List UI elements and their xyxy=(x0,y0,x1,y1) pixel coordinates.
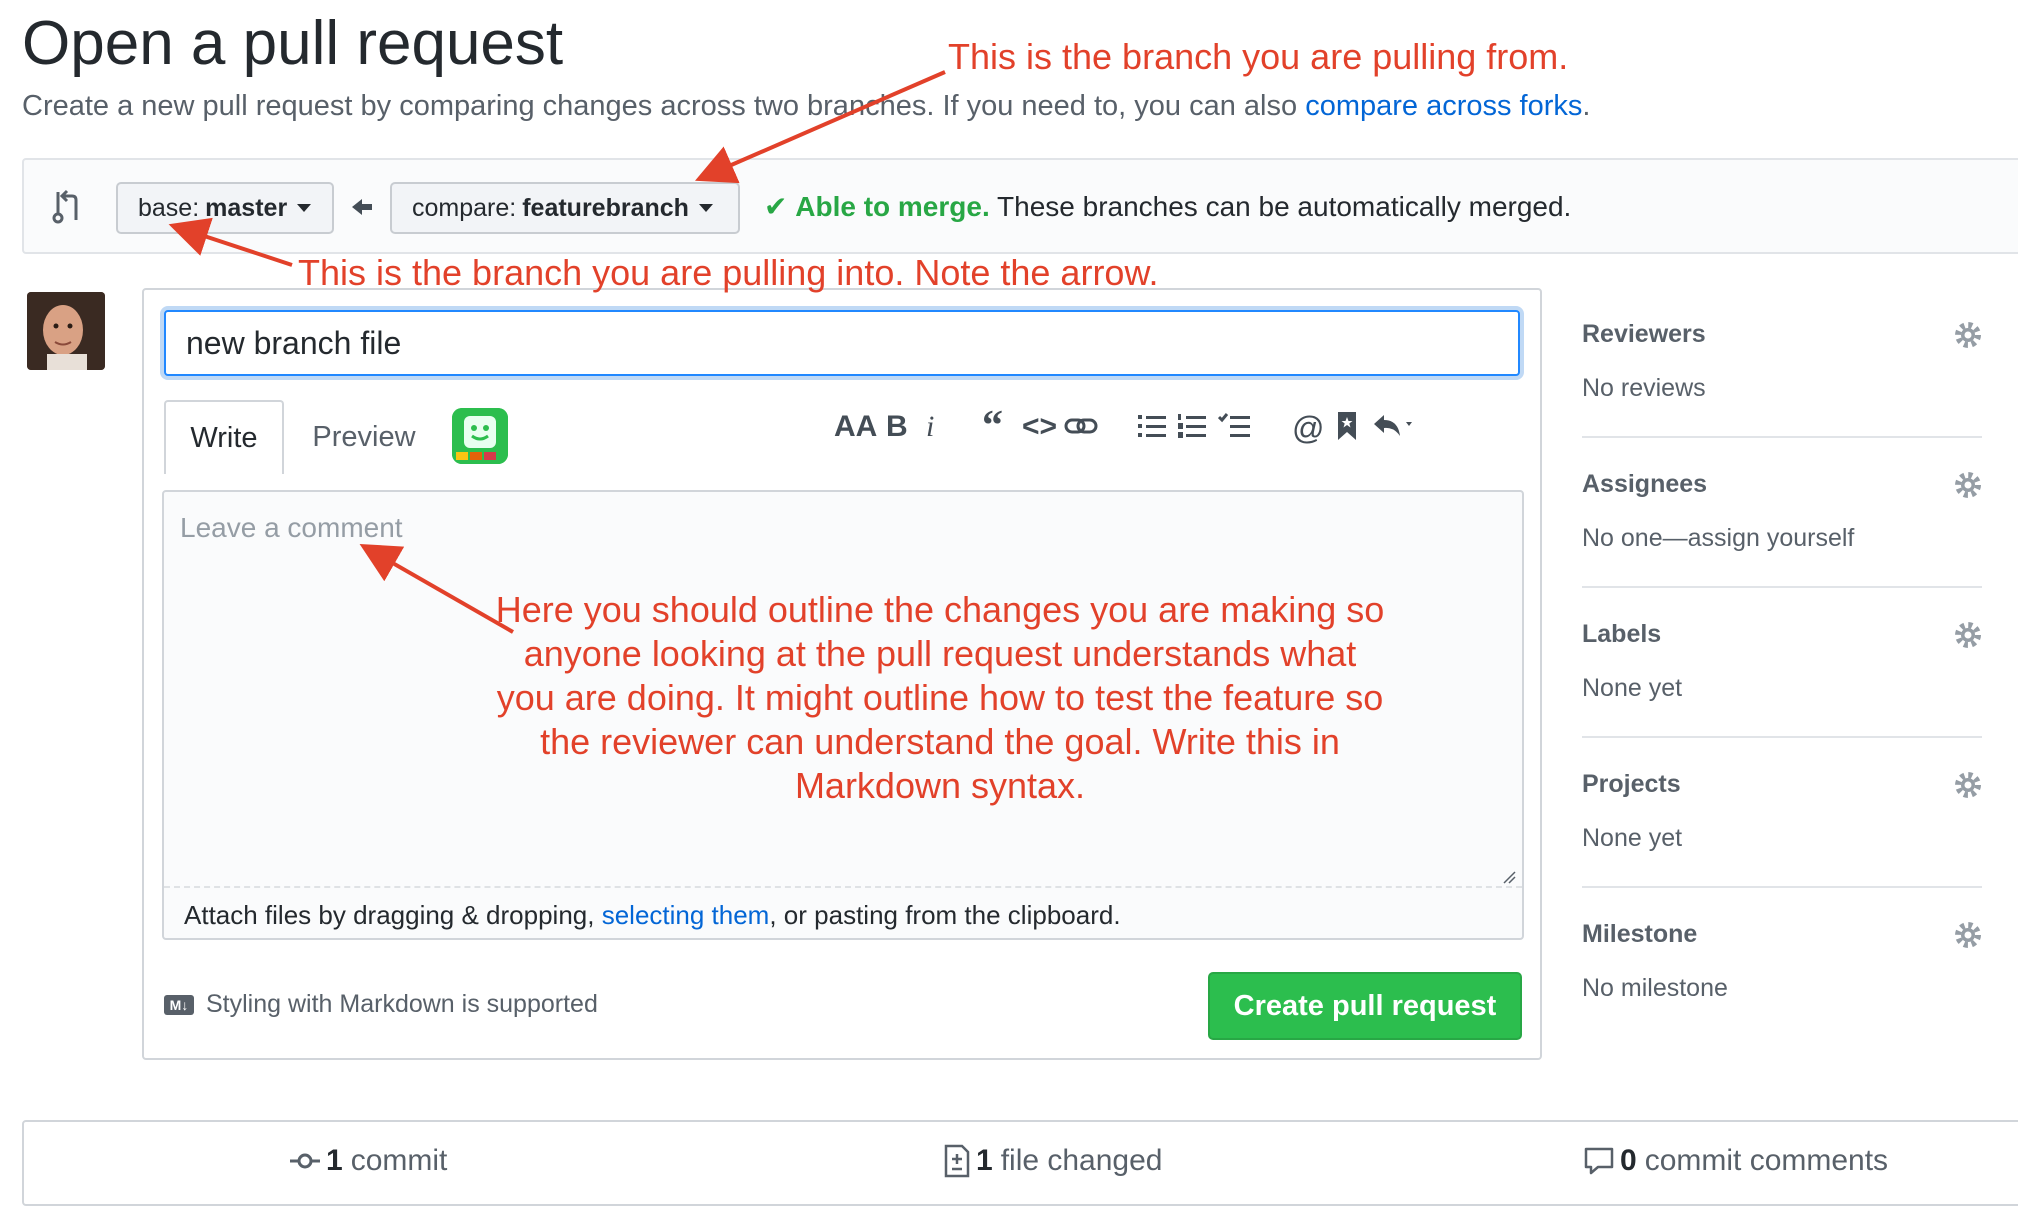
annotation-base-note: This is the branch you are pulling into.… xyxy=(298,252,1159,293)
annotation-arrow-base xyxy=(168,217,293,267)
annotation-body-note: Here you should outline the changes you … xyxy=(495,589,1385,806)
annotation-arrow-compare xyxy=(694,70,946,184)
annotation-compare-note: This is the branch you are pulling from. xyxy=(948,36,1569,77)
